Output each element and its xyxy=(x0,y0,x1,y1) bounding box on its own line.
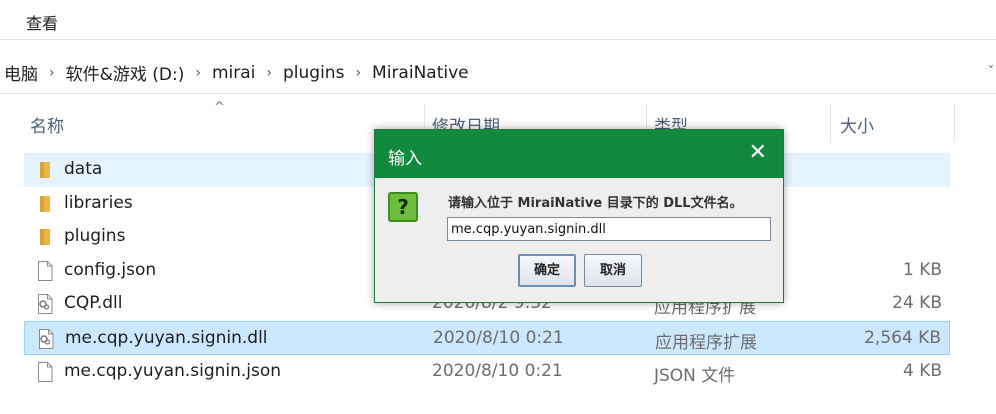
dialog-message: 请输入位于 MiraiNative 目录下的 DLL文件名。 xyxy=(448,196,743,211)
file-name: me.cqp.yuyan.signin.json xyxy=(64,360,282,381)
file-icon xyxy=(38,361,53,382)
input-dialog: 输入 ✕ ? 请输入位于 MiraiNative 目录下的 DLL文件名。 确定… xyxy=(374,129,784,303)
folder-icon xyxy=(40,229,50,246)
tab-view[interactable]: 查看 xyxy=(26,10,58,34)
file-type: JSON 文件 xyxy=(654,365,736,386)
file-name: libraries xyxy=(64,192,133,213)
column-header-name[interactable]: 名称 xyxy=(30,112,64,137)
file-size: 4 KB xyxy=(902,360,942,381)
column-header-size[interactable]: 大小 xyxy=(840,112,874,137)
address-bar[interactable]: 电脑 › 软件&游戏 (D:) › mirai › plugins › Mira… xyxy=(0,48,996,94)
breadcrumb-plugins[interactable]: plugins xyxy=(281,63,346,83)
file-name: data xyxy=(64,159,103,179)
folder-icon xyxy=(40,162,50,178)
breadcrumb-mirai[interactable]: mirai xyxy=(210,63,257,83)
file-icon xyxy=(38,260,53,281)
file-date: 2020/8/10 0:21 xyxy=(432,360,563,381)
cancel-button[interactable]: 取消 xyxy=(584,254,642,287)
file-type: 应用程序扩展 xyxy=(655,332,757,353)
file-name: plugins xyxy=(64,226,126,247)
dialog-title-bar[interactable]: 输入 ✕ xyxy=(375,130,783,178)
file-name: CQP.dll xyxy=(64,293,123,314)
list-item-selected[interactable]: me.cqp.yuyan.signin.dll 2020/8/10 0:21 应… xyxy=(24,320,950,355)
chevron-right-icon[interactable]: › xyxy=(257,65,281,81)
chevron-right-icon[interactable]: › xyxy=(346,65,370,81)
file-date: 2020/8/10 0:21 xyxy=(433,327,564,348)
dialog-body: ? 请输入位于 MiraiNative 目录下的 DLL文件名。 确定 取消 xyxy=(376,178,782,302)
file-size: 1 KB xyxy=(902,259,942,280)
dialog-title: 输入 xyxy=(388,149,422,169)
breadcrumb: 电脑 › 软件&游戏 (D:) › mirai › plugins › Mira… xyxy=(2,60,471,86)
list-item[interactable]: me.cqp.yuyan.signin.json 2020/8/10 0:21 … xyxy=(24,355,950,389)
breadcrumb-computer[interactable]: 电脑 xyxy=(2,60,40,85)
folder-icon xyxy=(40,195,50,212)
ok-button[interactable]: 确定 xyxy=(518,254,576,287)
dll-filename-input[interactable] xyxy=(447,217,771,241)
column-divider[interactable] xyxy=(830,104,831,142)
sort-ascending-icon: ^ xyxy=(214,100,225,115)
breadcrumb-mirainative[interactable]: MiraiNative xyxy=(370,63,471,83)
dll-icon xyxy=(39,328,54,349)
breadcrumb-drive-d[interactable]: 软件&游戏 (D:) xyxy=(64,60,187,85)
ribbon: 查看 xyxy=(0,0,996,40)
file-size: 2,564 KB xyxy=(864,327,941,348)
dll-icon xyxy=(38,294,53,315)
chevron-right-icon[interactable]: › xyxy=(40,65,64,81)
file-name: me.cqp.yuyan.signin.dll xyxy=(65,327,268,348)
question-icon: ? xyxy=(388,192,418,222)
file-name: config.json xyxy=(64,259,157,280)
file-size: 24 KB xyxy=(892,293,942,314)
chevron-right-icon[interactable]: › xyxy=(186,65,210,81)
close-icon[interactable]: ✕ xyxy=(749,140,767,165)
column-divider[interactable] xyxy=(954,104,955,142)
chevron-down-icon[interactable]: ˅ xyxy=(988,64,994,78)
